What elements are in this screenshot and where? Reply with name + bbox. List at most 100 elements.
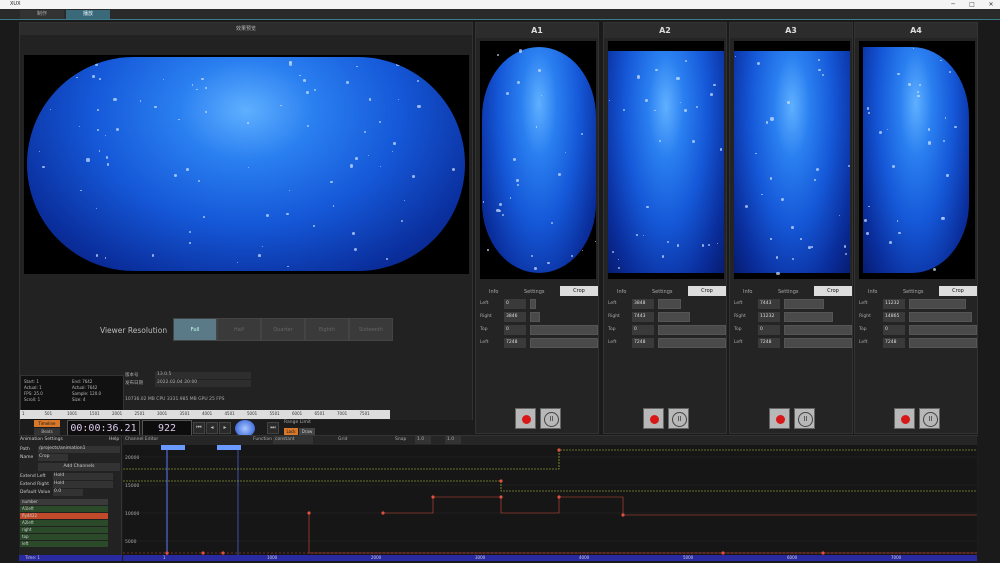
pause-icon: II [923,412,938,427]
range-draw-button[interactable]: Draw [299,428,315,435]
pause-button[interactable]: II [668,408,689,429]
channel-item[interactable]: left [20,541,108,547]
pause-button[interactable]: II [540,408,561,429]
settings-tab[interactable]: Settings [778,289,799,295]
crop-value[interactable]: 3848 [632,299,654,309]
extend-right-select[interactable]: Hold [53,481,113,488]
pause-button[interactable]: II [794,408,815,429]
record-button[interactable] [515,408,536,429]
name-field[interactable]: Crop [38,454,68,461]
minimize-icon[interactable]: ─ [946,0,960,9]
extend-left-select[interactable]: Hold [53,473,113,480]
crop-value[interactable]: 11232 [883,299,905,309]
output-viewport[interactable] [734,41,850,279]
crop-slider[interactable] [530,312,541,322]
channel-item[interactable]: top [20,534,108,540]
crop-slider[interactable] [530,338,598,348]
output-viewport[interactable] [608,41,724,279]
keyframe [307,511,311,515]
crop-tab[interactable]: Crop [688,286,726,296]
close-icon[interactable]: ✕ [984,0,998,9]
crop-value[interactable]: 0 [504,325,526,335]
output-viewport[interactable] [859,41,975,279]
snap-field[interactable]: 1.0 [415,436,431,444]
crop-value[interactable]: 7443 [758,299,780,309]
crop-slider[interactable] [658,325,726,335]
jump-start-icon[interactable]: ⏮ [193,422,205,434]
crop-value[interactable]: 0 [632,325,654,335]
crop-tab[interactable]: Crop [560,286,598,296]
settings-tab[interactable]: Settings [652,289,673,295]
info-tab[interactable]: Info [868,289,877,295]
res-sixteenth-button[interactable]: Sixteenth [349,318,393,341]
crop-value[interactable]: 3846 [504,312,526,322]
crop-slider[interactable] [530,299,536,309]
frame-display[interactable]: 922 [142,420,192,436]
crop-slider[interactable] [658,312,690,322]
preview-viewport[interactable] [24,55,469,274]
timeline-button[interactable]: Timeline [34,420,60,427]
crop-row-right: Right 11232 [734,312,852,323]
record-button[interactable] [894,408,915,429]
beats-button[interactable]: Beats [34,428,60,435]
tab-playback[interactable]: 播放 [66,10,110,19]
crop-tab[interactable]: Crop [814,286,852,296]
range-lock-button[interactable]: Lock [284,428,298,435]
settings-tab[interactable]: Settings [903,289,924,295]
zoom-field[interactable]: 1.0 [445,436,461,444]
crop-slider[interactable] [909,338,977,348]
function-select[interactable]: constant [273,436,313,444]
crop-value[interactable]: 7248 [632,338,654,348]
record-button[interactable] [643,408,664,429]
crop-slider[interactable] [784,299,824,309]
channel-item[interactable]: right [20,527,108,533]
add-channels-button[interactable]: Add Channels [38,463,120,471]
crop-value[interactable]: 0 [883,325,905,335]
pause-button[interactable]: II [919,408,940,429]
record-button[interactable] [769,408,790,429]
crop-slider[interactable] [658,299,681,309]
crop-slider[interactable] [658,338,726,348]
res-half-button[interactable]: Half [217,318,261,341]
crop-value[interactable]: 7248 [758,338,780,348]
curve-graph[interactable]: 20000 15000 10000 5000 [123,445,977,555]
y-tick-label: 10000 [125,511,139,517]
res-eighth-button[interactable]: Eighth [305,318,349,341]
channel-item[interactable]: A2left [20,520,108,526]
crop-tab[interactable]: Crop [939,286,977,296]
tab-production[interactable]: 制作 [20,10,64,19]
info-tab[interactable]: Info [489,289,498,295]
crop-slider[interactable] [909,325,977,335]
crop-value[interactable]: 0 [504,299,526,309]
timeline-ruler[interactable]: 1 501 1001 1501 2001 2501 3001 3501 4001 4501 5001… [20,410,390,419]
crop-slider[interactable] [784,338,852,348]
channel-item[interactable]: fly4422 [20,513,108,519]
maximize-icon[interactable]: □ [965,0,979,9]
play-icon[interactable]: ▸ [219,422,231,434]
crop-value[interactable]: 7443 [632,312,654,322]
help-link[interactable]: Help [109,437,119,442]
res-full-button[interactable]: Full [173,318,217,341]
res-quarter-button[interactable]: Quarter [261,318,305,341]
channel-item[interactable]: A1left [20,506,108,512]
crop-value[interactable]: 7248 [504,338,526,348]
crop-slider[interactable] [909,299,966,309]
crop-slider[interactable] [909,312,973,322]
settings-tab[interactable]: Settings [524,289,545,295]
crop-value[interactable]: 11232 [758,312,780,322]
info-tab[interactable]: Info [743,289,752,295]
step-back-icon[interactable]: ◂ [206,422,218,434]
crop-value[interactable]: 0 [758,325,780,335]
info-tab[interactable]: Info [617,289,626,295]
pause-icon: II [544,412,559,427]
output-viewport[interactable] [480,41,596,279]
crop-value[interactable]: 14865 [883,312,905,322]
default-value-field[interactable]: 0.0 [53,489,83,496]
crop-slider[interactable] [784,325,852,335]
jump-end-icon[interactable]: ⏭ [267,422,279,434]
crop-slider[interactable] [784,312,833,322]
crop-value[interactable]: 7248 [883,338,905,348]
crop-slider[interactable] [530,325,598,335]
path-field[interactable]: /projects/animation1 [38,446,120,453]
channel-item[interactable]: number [20,499,108,505]
